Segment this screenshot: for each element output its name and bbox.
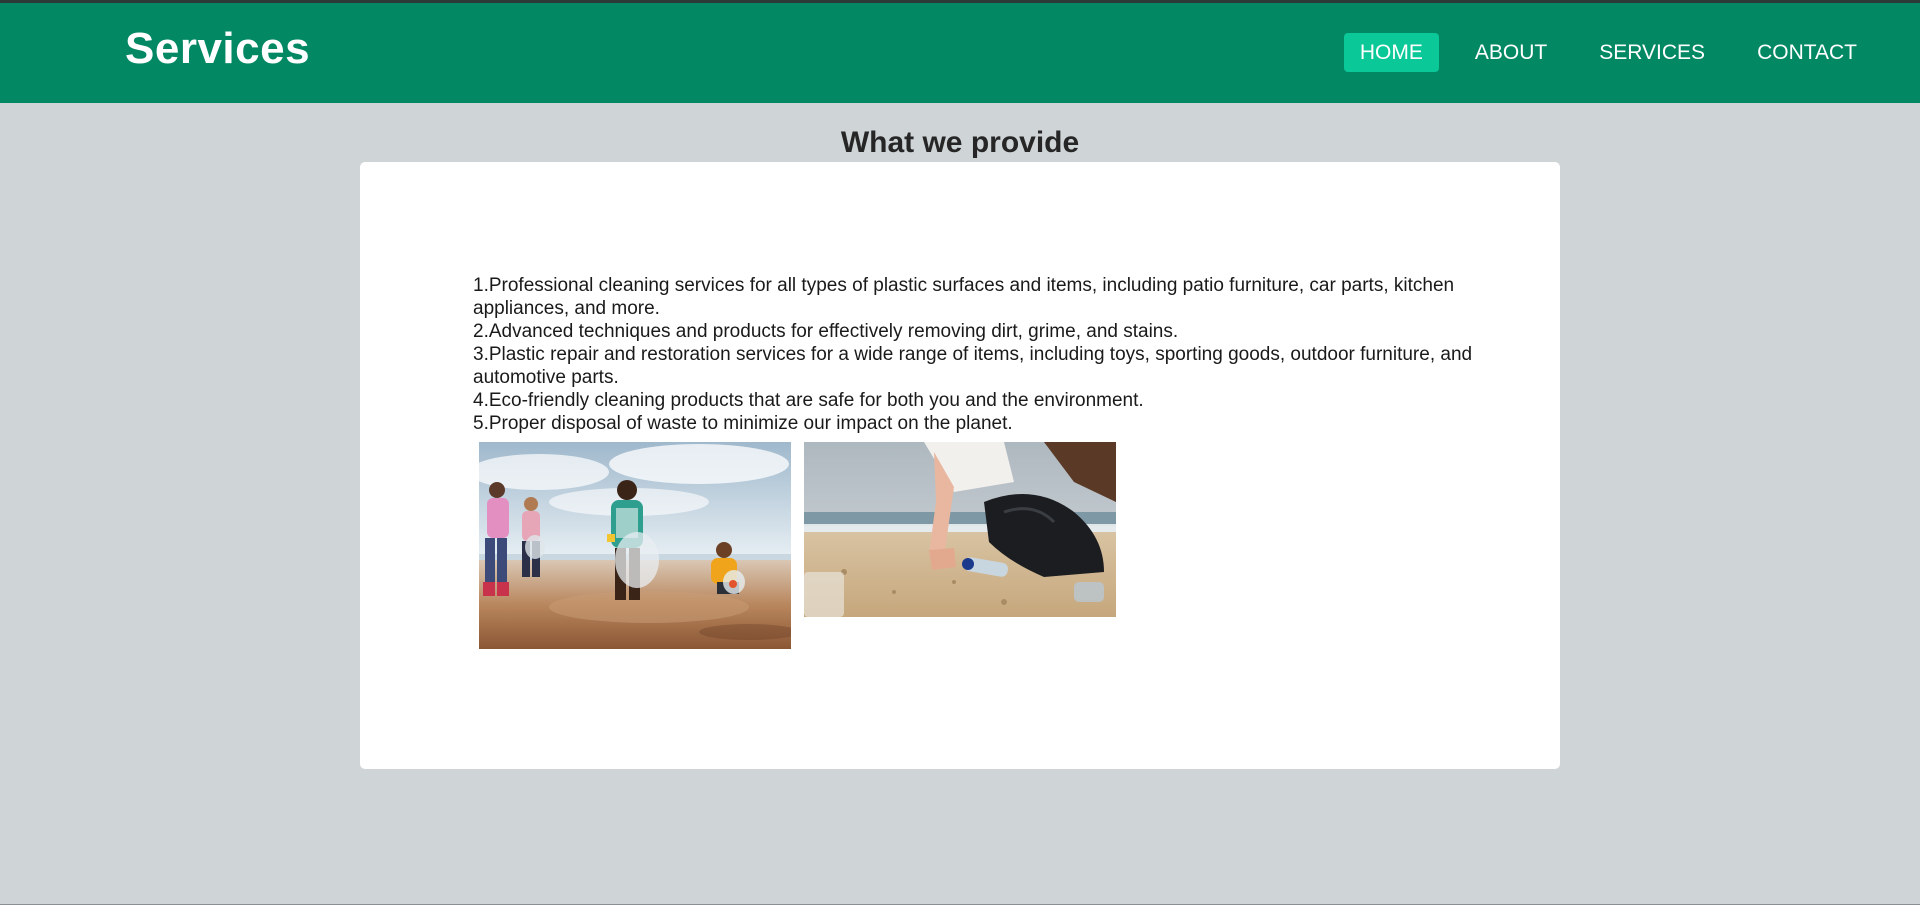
main-nav: HOME ABOUT SERVICES CONTACT [1343, 33, 1873, 72]
service-item: 4.Eco-friendly cleaning products that ar… [473, 390, 1144, 411]
site-header: Services HOME ABOUT SERVICES CONTACT [0, 3, 1920, 103]
nav-home-link[interactable]: HOME [1343, 33, 1439, 72]
service-item: 1.Professional cleaning services for all… [473, 275, 1455, 319]
service-item: 5.Proper disposal of waste to minimize o… [473, 413, 1013, 434]
service-item: 3.Plastic repair and restoration service… [473, 344, 1473, 388]
services-list: 1.Professional cleaning services for all… [473, 274, 1473, 435]
services-card: 1.Professional cleaning services for all… [360, 162, 1560, 769]
section-title: What we provide [840, 126, 1080, 159]
beach-cleanup-group-photo [479, 442, 791, 649]
service-item: 2.Advanced techniques and products for e… [473, 321, 1179, 342]
nav-services-link[interactable]: SERVICES [1583, 33, 1721, 72]
brand-title: Services [125, 24, 311, 73]
nav-contact-link[interactable]: CONTACT [1741, 33, 1873, 72]
bottle-pickup-photo [804, 442, 1116, 617]
nav-about-link[interactable]: ABOUT [1459, 33, 1563, 72]
